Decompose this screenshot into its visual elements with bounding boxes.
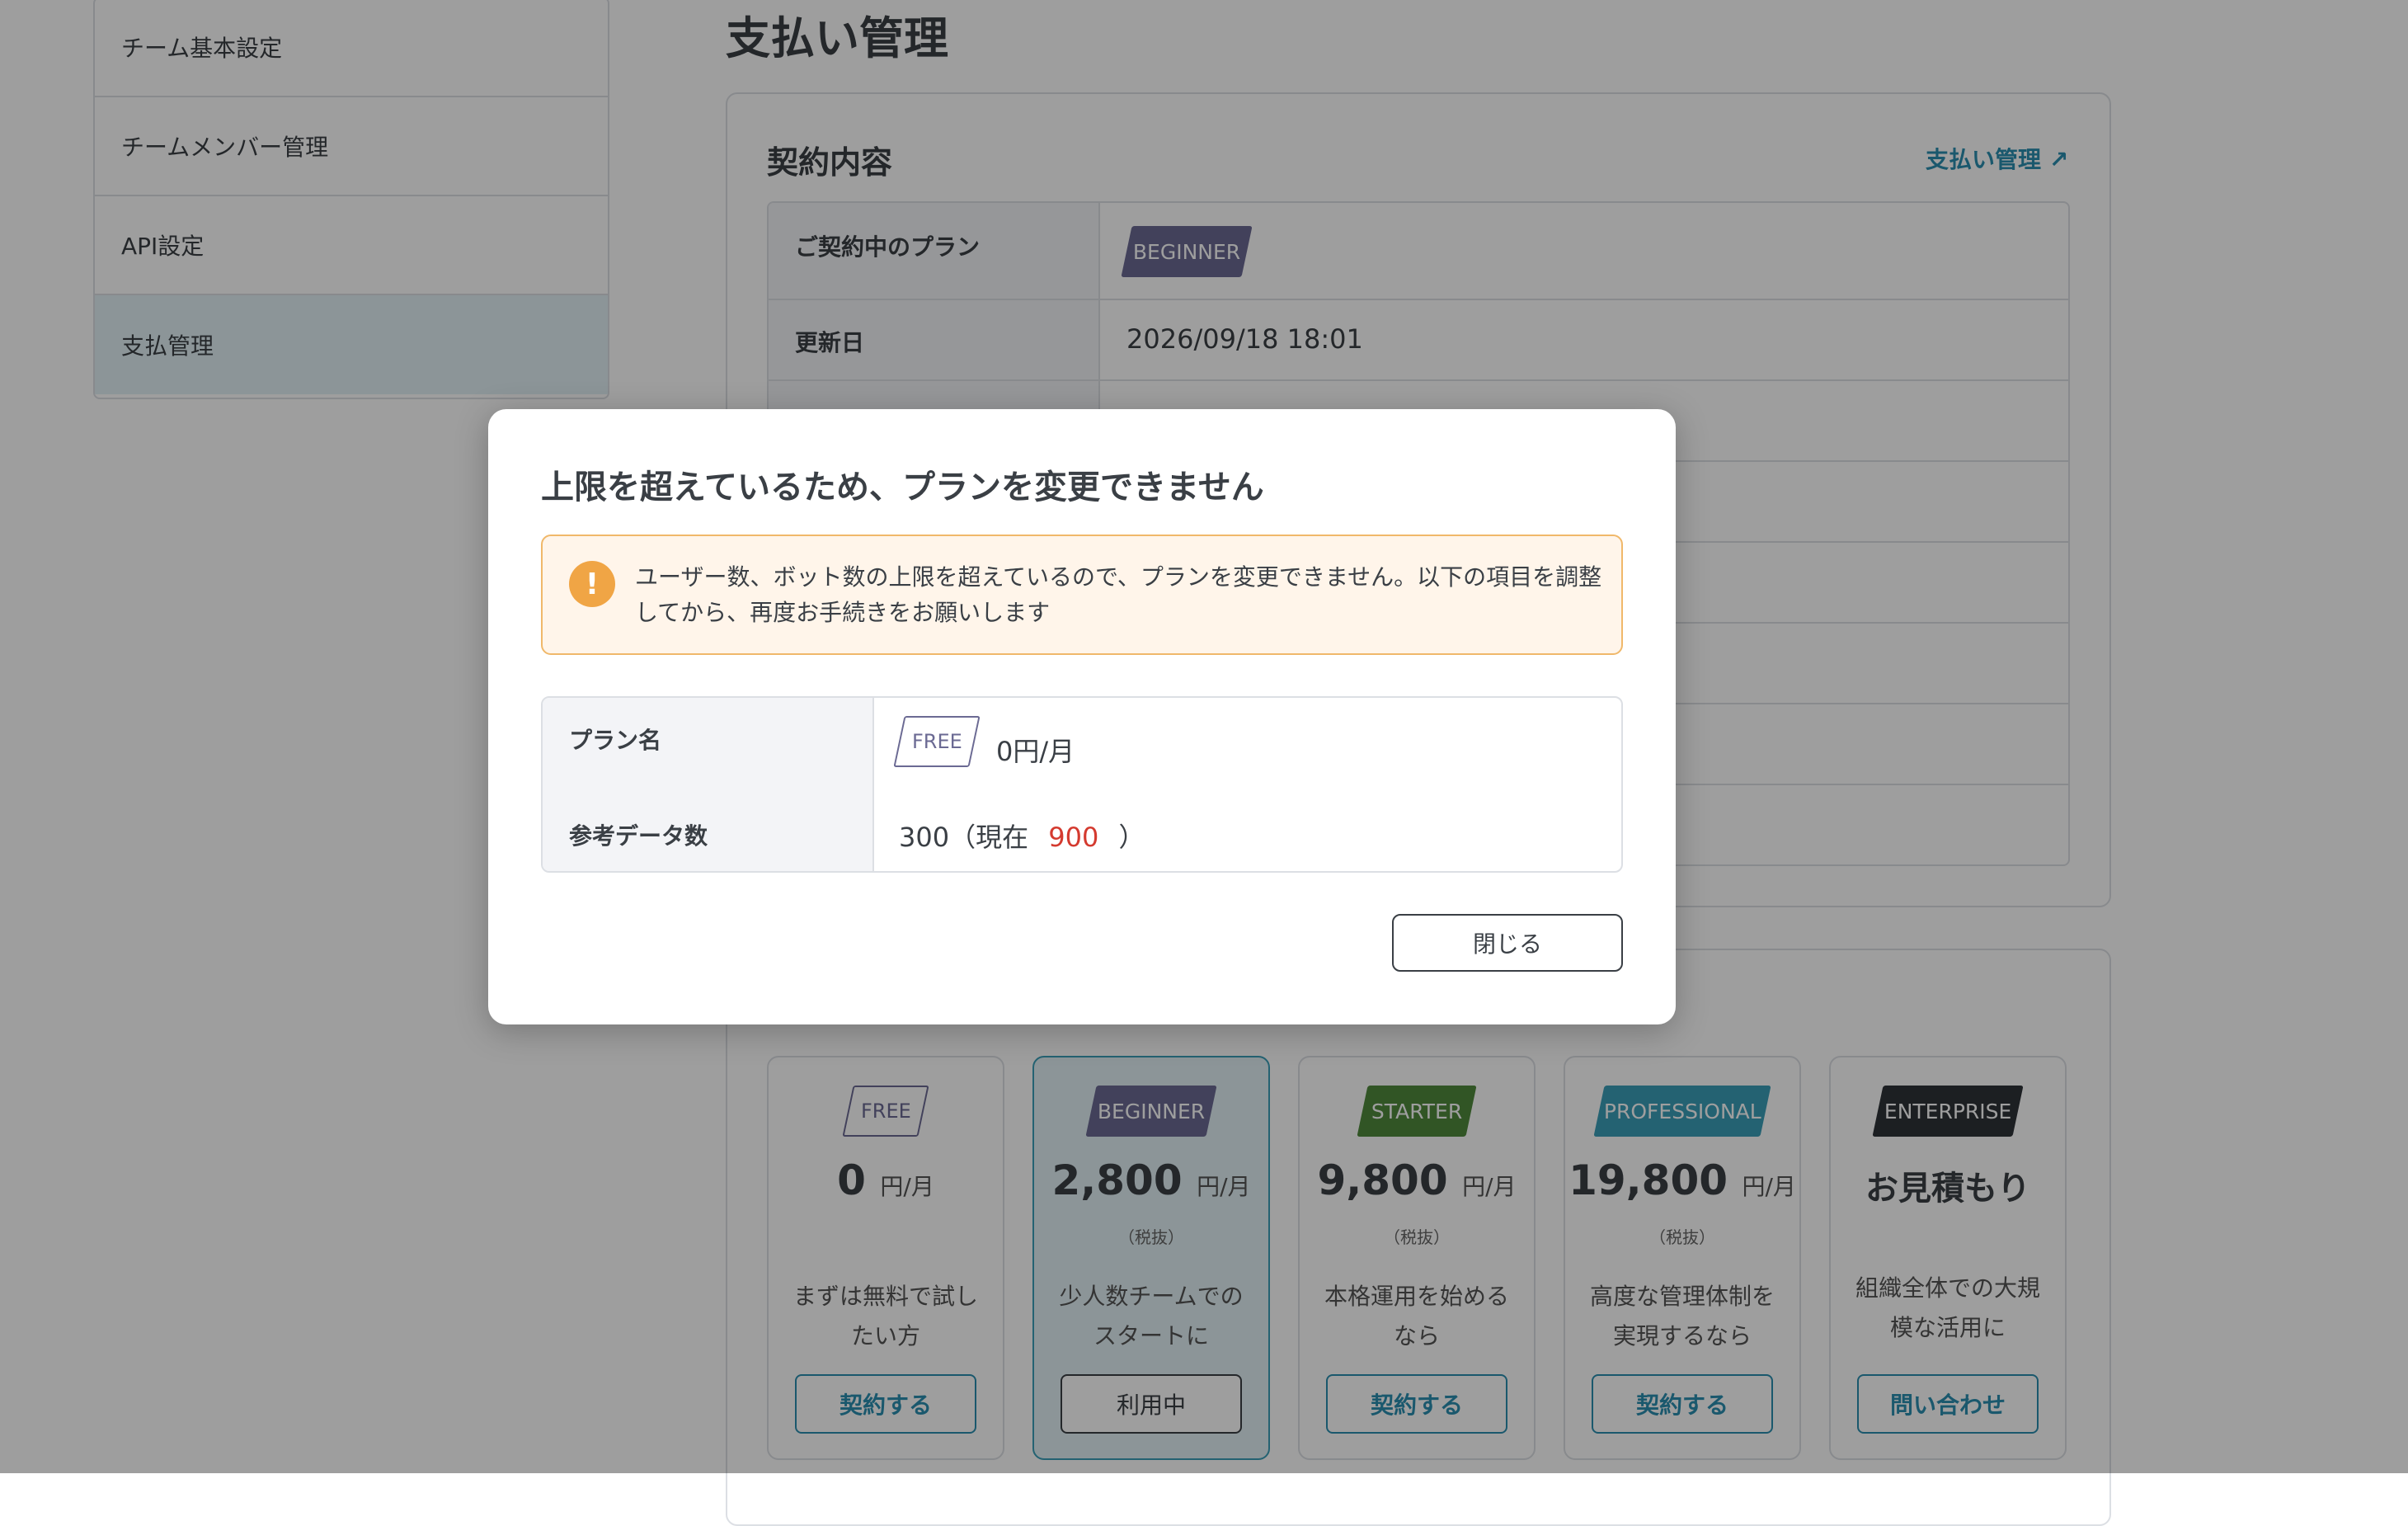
close-button[interactable]: 閉じる bbox=[1392, 914, 1623, 972]
reference-data-value: 300（現在 900 ） bbox=[899, 817, 1145, 855]
exclamation-icon: ! bbox=[569, 561, 615, 607]
reference-data-label: 参考データ数 bbox=[569, 822, 708, 850]
limit-info-table: プラン名 参考データ数 0円/月 300（現在 900 ） bbox=[541, 696, 1623, 873]
data-limit: 300（現在 bbox=[899, 822, 1029, 853]
warning-alert: ! ユーザー数、ボット数の上限を超えているので、プランを変更できません。以下の項… bbox=[541, 535, 1623, 655]
free-plan-badge: FREE bbox=[893, 716, 981, 767]
data-current-count: 900 bbox=[1048, 822, 1099, 853]
alert-message: ユーザー数、ボット数の上限を超えているので、プランを変更できません。以下の項目を… bbox=[635, 563, 1602, 626]
data-close-paren: ） bbox=[1118, 822, 1145, 853]
plan-name-label: プラン名 bbox=[569, 727, 662, 754]
dialog-title: 上限を超えているため、プランを変更できません bbox=[541, 469, 1264, 506]
plan-price-value: 0円/月 bbox=[996, 736, 1075, 767]
plan-change-error-dialog: 上限を超えているため、プランを変更できません ! ユーザー数、ボット数の上限を超… bbox=[488, 409, 1676, 1024]
